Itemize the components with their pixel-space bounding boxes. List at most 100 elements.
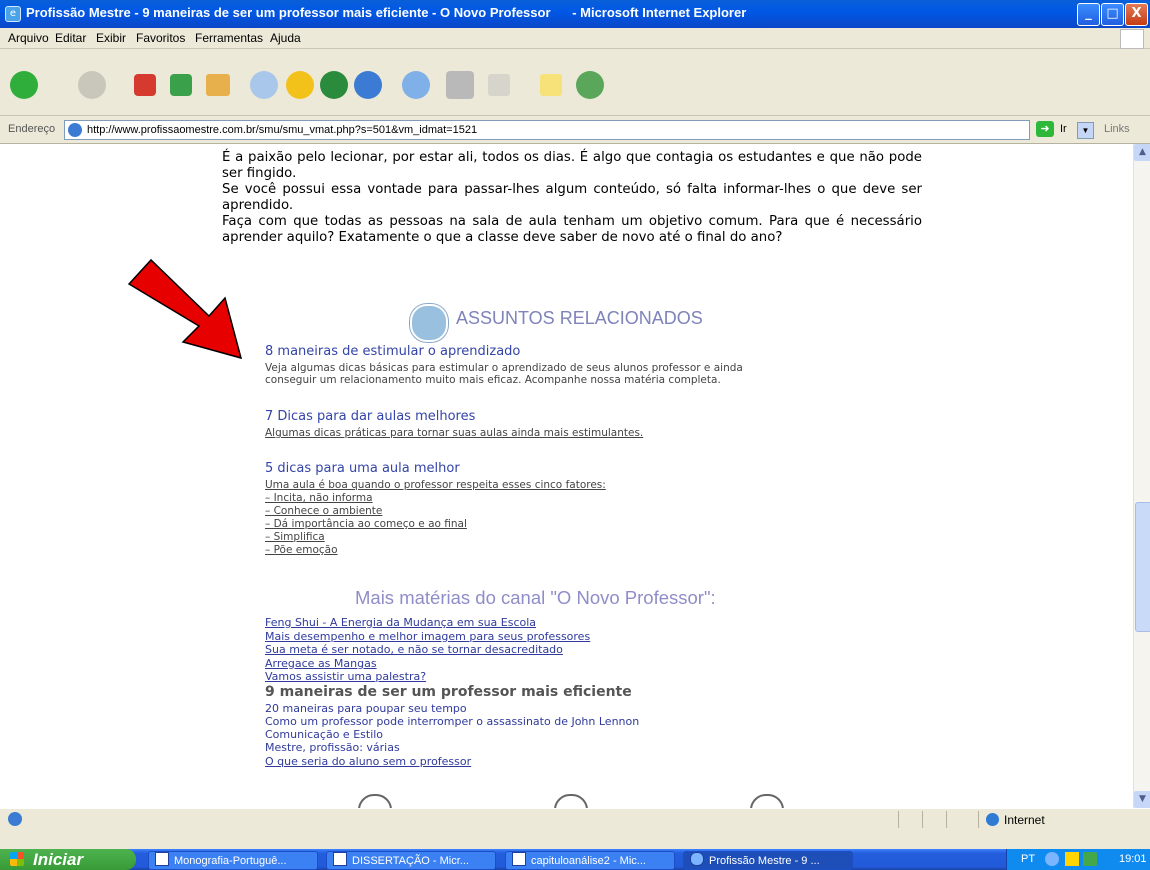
related-desc-2[interactable]: Algumas dicas práticas para tornar suas … [265, 427, 643, 440]
go-button[interactable]: Ir [1060, 123, 1067, 135]
taskbar-item-monografia[interactable]: Monografia-Portuguê... [148, 851, 318, 870]
security-zone-label: Internet [1004, 813, 1045, 827]
more-link-4[interactable]: Arregace as Mangas [265, 657, 377, 670]
stop-icon[interactable] [134, 74, 156, 96]
page-icon [68, 123, 82, 137]
forward-icon[interactable] [78, 71, 106, 99]
links-button[interactable]: Links [1104, 123, 1130, 135]
related-desc-3d[interactable]: – Dá importância ao começo e ao final [265, 518, 467, 531]
address-url[interactable]: http://www.profissaomestre.com.br/smu/sm… [87, 124, 477, 136]
windows-logo-icon [1120, 29, 1144, 49]
more-link-8[interactable]: Comunicação e Estilo [265, 728, 383, 741]
status-divider [978, 811, 979, 828]
home-icon[interactable] [206, 74, 230, 96]
menu-exibir[interactable]: Exibir [96, 31, 126, 45]
document-icon[interactable] [554, 794, 588, 808]
taskbar: Iniciar Monografia-Portuguê... DISSERTAÇ… [0, 849, 1150, 870]
address-input[interactable]: http://www.profissaomestre.com.br/smu/sm… [64, 120, 1094, 140]
menu-favoritos[interactable]: Favoritos [136, 31, 185, 45]
menu-bar: Arquivo Editar Exibir Favoritos Ferramen… [0, 28, 1150, 49]
word-icon [512, 852, 526, 866]
task-label: DISSERTAÇÃO - Micr... [352, 855, 469, 867]
edit-icon[interactable] [488, 74, 510, 96]
address-bar: Endereço http://www.profissaomestre.com.… [0, 116, 1150, 144]
menu-ferramentas[interactable]: Ferramentas [195, 31, 263, 45]
related-link-3[interactable]: 5 dicas para uma aula melhor [265, 461, 460, 476]
print-article-icon[interactable] [358, 794, 392, 808]
taskbar-item-ie[interactable]: Profissão Mestre - 9 ... [683, 851, 853, 870]
warning-icon[interactable] [1065, 852, 1079, 866]
scroll-down-icon[interactable]: ▼ [1134, 791, 1150, 808]
related-desc-3a[interactable]: Uma aula é boa quando o professor respei… [265, 479, 606, 492]
task-label: capituloanálise2 - Mic... [531, 855, 646, 867]
messenger-icon[interactable] [576, 71, 604, 99]
related-desc-3c[interactable]: – Conhece o ambiente [265, 505, 382, 518]
refresh-icon[interactable] [170, 74, 192, 96]
taskbar-item-dissertacao[interactable]: DISSERTAÇÃO - Micr... [326, 851, 496, 870]
back-icon[interactable] [10, 71, 38, 99]
discuss-icon[interactable] [540, 74, 562, 96]
related-desc-3b[interactable]: – Incita, não informa [265, 492, 373, 505]
page-status-icon [8, 812, 22, 826]
more-link-1[interactable]: Feng Shui - A Energia da Mudança em sua … [265, 616, 536, 629]
ie-icon [690, 852, 704, 866]
start-button[interactable]: Iniciar [0, 849, 136, 870]
vertical-scrollbar[interactable]: ▲ ▼ [1133, 144, 1150, 808]
related-desc-3f[interactable]: – Põe emoção [265, 544, 338, 557]
more-articles-heading: Mais matérias do canal "O Novo Professor… [355, 587, 716, 608]
network-icon[interactable] [1083, 852, 1097, 866]
address-dropdown-icon[interactable]: ▼ [1077, 122, 1094, 139]
more-link-10[interactable]: O que seria do aluno sem o professor [265, 755, 471, 768]
status-divider [898, 811, 899, 828]
menu-ajuda[interactable]: Ajuda [270, 31, 301, 45]
article-paragraph-3: Faça com que todas as pessoas na sala de… [222, 214, 922, 245]
more-link-2[interactable]: Mais desempenho e melhor imagem para seu… [265, 630, 590, 643]
ie-app-icon: e [5, 6, 21, 22]
article-paragraph-1: É a paixão pelo lecionar, por estar ali,… [222, 150, 922, 181]
menu-arquivo[interactable]: Arquivo [8, 31, 49, 45]
internet-zone-icon [986, 813, 999, 826]
scroll-thumb[interactable] [1135, 502, 1150, 632]
pen-icon[interactable] [750, 794, 784, 808]
more-link-9[interactable]: Mestre, profissão: várias [265, 741, 400, 754]
word-icon [333, 852, 347, 866]
status-bar: Internet [0, 808, 1150, 830]
scroll-up-icon[interactable]: ▲ [1134, 144, 1150, 161]
status-divider [946, 811, 947, 828]
menu-editar[interactable]: Editar [55, 31, 86, 45]
print-icon[interactable] [446, 71, 474, 99]
more-link-6[interactable]: 20 maneiras para poupar seu tempo [265, 702, 467, 715]
more-link-5[interactable]: Vamos assistir uma palestra? [265, 670, 426, 683]
taskbar-item-capitulo[interactable]: capituloanálise2 - Mic... [505, 851, 675, 870]
close-button[interactable]: X [1125, 3, 1148, 26]
related-link-2[interactable]: 7 Dicas para dar aulas melhores [265, 409, 475, 424]
clock[interactable]: 19:01 [1119, 853, 1147, 865]
minimize-button[interactable]: _ [1077, 3, 1100, 26]
standard-toolbar [0, 49, 1150, 116]
related-desc-1a: Veja algumas dicas básicas para estimula… [265, 362, 743, 374]
current-article-title: 9 maneiras de ser um professor mais efic… [265, 684, 632, 700]
history-icon[interactable] [354, 71, 382, 99]
start-label: Iniciar [33, 850, 84, 869]
red-arrow-shape [127, 258, 243, 360]
mail-icon[interactable] [402, 71, 430, 99]
search-icon[interactable] [250, 71, 278, 99]
language-indicator[interactable]: PT [1021, 853, 1035, 865]
task-label: Monografia-Portuguê... [174, 855, 287, 867]
status-divider [922, 811, 923, 828]
window-title: Profissão Mestre - 9 maneiras de ser um … [26, 5, 747, 20]
more-link-3[interactable]: Sua meta é ser notado, e não se tornar d… [265, 643, 563, 656]
related-link-1[interactable]: 8 maneiras de estimular o aprendizado [265, 344, 520, 359]
related-desc-3e[interactable]: – Simplifica [265, 531, 325, 544]
go-icon[interactable]: ➜ [1036, 121, 1054, 137]
address-label: Endereço [8, 123, 56, 135]
red-arrow-annotation [127, 258, 243, 360]
media-icon[interactable] [320, 71, 348, 99]
more-link-7[interactable]: Como um professor pode interromper o ass… [265, 715, 639, 728]
system-tray: PT 19:01 [1006, 849, 1150, 870]
task-label: Profissão Mestre - 9 ... [709, 855, 820, 867]
tray-expand-icon[interactable] [1045, 852, 1059, 866]
favorites-icon[interactable] [286, 71, 314, 99]
maximize-button[interactable]: □ [1101, 3, 1124, 26]
window-title-bar[interactable]: e Profissão Mestre - 9 maneiras de ser u… [0, 0, 1150, 28]
